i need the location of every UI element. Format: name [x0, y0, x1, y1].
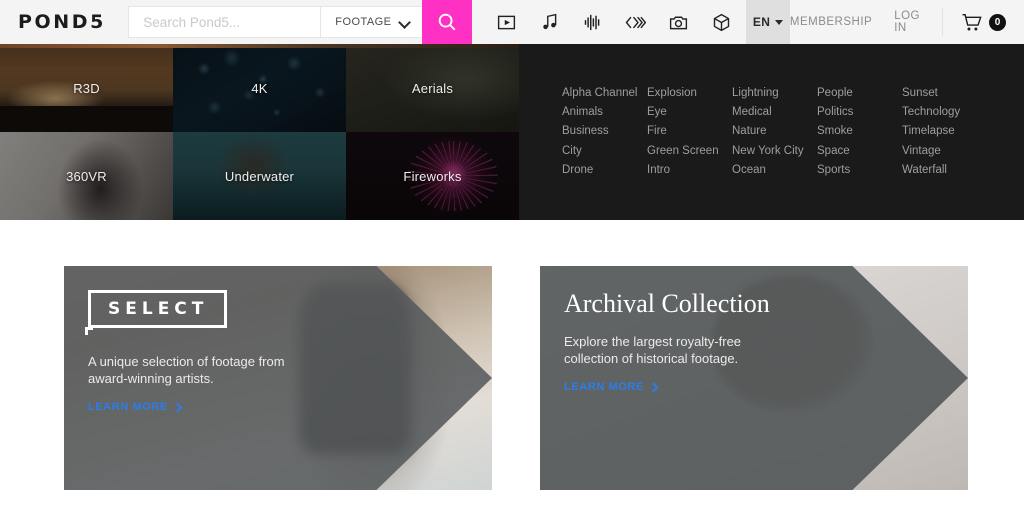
keyword-link[interactable]: Sunset [902, 84, 987, 103]
tile-360vr[interactable]: 360VR [0, 132, 173, 220]
logo-link[interactable]: POND5 [0, 0, 128, 44]
keyword-column: Alpha Channel Animals Business City Dron… [562, 84, 647, 220]
search-icon [436, 11, 458, 33]
promo-card-archival[interactable]: Archival Collection Explore the largest … [540, 266, 968, 490]
keyword-columns: Alpha Channel Animals Business City Dron… [519, 44, 1024, 220]
select-corner-bracket-icon [85, 327, 93, 335]
keyword-link[interactable]: Space [817, 142, 902, 161]
pond5-logo: POND5 [18, 11, 106, 33]
tile-top-glow [0, 44, 519, 48]
cart-count-badge: 0 [989, 14, 1006, 31]
tile-label: Aerials [412, 81, 453, 96]
keyword-link[interactable]: Sports [817, 161, 902, 180]
language-label: EN [753, 15, 770, 29]
video-icon[interactable] [485, 0, 528, 44]
keyword-link[interactable]: People [817, 84, 902, 103]
keyword-link[interactable]: Politics [817, 103, 902, 122]
cart-button[interactable]: 0 [942, 8, 1006, 36]
learn-more-label: LEARN MORE [564, 381, 644, 393]
membership-link[interactable]: MEMBERSHIP [790, 16, 872, 28]
language-selector[interactable]: EN [746, 0, 789, 44]
category-dropdown-label: FOOTAGE [335, 16, 391, 28]
tile-label: 4K [251, 81, 267, 96]
learn-more-link[interactable]: LEARN MORE [564, 381, 657, 393]
keyword-link[interactable]: Waterfall [902, 161, 987, 180]
search-bar: FOOTAGE [128, 6, 422, 38]
keyword-link[interactable]: Medical [732, 103, 817, 122]
sound-effects-icon[interactable] [571, 0, 614, 44]
media-type-nav [485, 0, 743, 44]
tile-r3d[interactable]: R3D [0, 44, 173, 132]
tile-underwater[interactable]: Underwater [173, 132, 346, 220]
keyword-link[interactable]: Timelapse [902, 122, 987, 141]
search-input[interactable] [129, 7, 320, 37]
keyword-link[interactable]: Fire [647, 122, 732, 141]
card-description: A unique selection of footage from award… [88, 354, 293, 387]
page-root: POND5 FOOTAGE [0, 0, 1024, 512]
keyword-column: Sunset Technology Timelapse Vintage Wate… [902, 84, 987, 220]
keyword-link[interactable]: New York City [732, 142, 817, 161]
photo-icon[interactable] [657, 0, 700, 44]
category-tile-grid: R3D 4K Aerials 360VR Underwater [0, 44, 519, 220]
learn-more-link[interactable]: LEARN MORE [88, 401, 181, 413]
keyword-link[interactable]: Smoke [817, 122, 902, 141]
keyword-column: Explosion Eye Fire Green Screen Intro [647, 84, 732, 220]
mega-nav-panel: R3D 4K Aerials 360VR Underwater [0, 44, 1024, 220]
chevron-right-icon [173, 402, 183, 412]
tile-label: 360VR [66, 169, 107, 184]
tile-label: Underwater [225, 169, 294, 184]
keyword-link[interactable]: Green Screen [647, 142, 732, 161]
keyword-link[interactable]: Intro [647, 161, 732, 180]
keyword-link[interactable]: Lightning [732, 84, 817, 103]
tile-label: Fireworks [403, 169, 461, 184]
tile-aerials[interactable]: Aerials [346, 44, 519, 132]
keyword-link[interactable]: Explosion [647, 84, 732, 103]
three-d-icon[interactable] [700, 0, 743, 44]
learn-more-label: LEARN MORE [88, 401, 168, 413]
keyword-link[interactable]: Technology [902, 103, 987, 122]
tile-fireworks[interactable]: Fireworks [346, 132, 519, 220]
site-header: POND5 FOOTAGE [0, 0, 1024, 44]
tile-4k[interactable]: 4K [173, 44, 346, 132]
category-dropdown[interactable]: FOOTAGE [320, 7, 422, 37]
chevron-right-icon [649, 382, 659, 392]
keyword-link[interactable]: Ocean [732, 161, 817, 180]
keyword-link[interactable]: Animals [562, 103, 647, 122]
keyword-column: Lightning Medical Nature New York City O… [732, 84, 817, 220]
promo-card-select[interactable]: SELECT A unique selection of footage fro… [64, 266, 492, 490]
keyword-link[interactable]: Eye [647, 103, 732, 122]
card-title: Archival Collection [564, 290, 968, 318]
card-content: SELECT A unique selection of footage fro… [64, 266, 492, 490]
keyword-link[interactable]: Nature [732, 122, 817, 141]
tile-label: R3D [73, 81, 100, 96]
keyword-link[interactable]: City [562, 142, 647, 161]
chevron-down-icon [400, 18, 409, 27]
account-nav: MEMBERSHIP LOG IN 0 [790, 0, 1024, 44]
cart-icon [961, 13, 983, 32]
keyword-link[interactable]: Alpha Channel [562, 84, 647, 103]
music-icon[interactable] [528, 0, 571, 44]
card-content: Archival Collection Explore the largest … [540, 266, 968, 490]
keyword-column: People Politics Smoke Space Sports [817, 84, 902, 220]
search-button[interactable] [422, 0, 472, 44]
login-link[interactable]: LOG IN [894, 10, 920, 34]
caret-down-icon [775, 20, 783, 25]
keyword-link[interactable]: Drone [562, 161, 647, 180]
select-brand-logo: SELECT [88, 290, 227, 328]
keyword-link[interactable]: Vintage [902, 142, 987, 161]
keyword-link[interactable]: Business [562, 122, 647, 141]
card-description: Explore the largest royalty-free collect… [564, 334, 769, 367]
after-effects-icon[interactable] [614, 0, 657, 44]
select-brand-text: SELECT [108, 299, 208, 319]
